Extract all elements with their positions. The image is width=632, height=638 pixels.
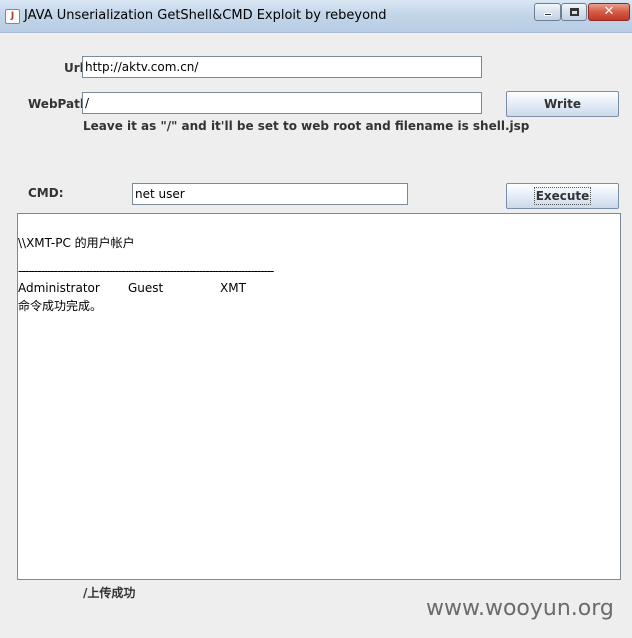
maximize-icon [570, 8, 579, 16]
execute-button[interactable]: Execute [506, 183, 619, 209]
output-account: XMT [220, 281, 246, 295]
execute-button-label: Execute [533, 187, 592, 205]
output-separator: ----------------------------------------… [18, 264, 274, 278]
window-title-author: by rebeyond [305, 8, 387, 23]
window-title: JAVA Unserialization GetShell&CMD Exploi… [24, 8, 302, 23]
java-app-icon[interactable]: J [5, 9, 20, 24]
output-done-line: 命令成功完成。 [18, 299, 103, 313]
output-host-line: \\XMT-PC 的用户帐户 [18, 236, 135, 250]
output-account: Guest [128, 281, 164, 295]
write-button[interactable]: Write [506, 91, 619, 117]
title-bar[interactable]: J JAVA Unserialization GetShell&CMD Expl… [0, 0, 632, 33]
command-output-textarea[interactable]: \\XMT-PC 的用户帐户 -------------------------… [17, 213, 621, 580]
watermark: www.wooyun.org [426, 596, 614, 621]
url-input[interactable] [82, 56, 482, 78]
close-button[interactable]: ✕ [588, 3, 630, 21]
minimize-icon [544, 13, 552, 16]
upload-status-text: /上传成功 [83, 586, 136, 600]
maximize-button[interactable] [561, 3, 587, 21]
webpath-hint: Leave it as "/" and it'll be set to web … [83, 119, 530, 133]
close-icon: ✕ [603, 4, 615, 19]
cmd-label: CMD: [28, 186, 64, 200]
app-window: J JAVA Unserialization GetShell&CMD Expl… [0, 0, 632, 638]
minimize-button[interactable] [534, 3, 561, 21]
webpath-input[interactable] [82, 92, 482, 114]
cmd-input[interactable] [132, 183, 408, 205]
output-account: Administrator [18, 281, 100, 295]
